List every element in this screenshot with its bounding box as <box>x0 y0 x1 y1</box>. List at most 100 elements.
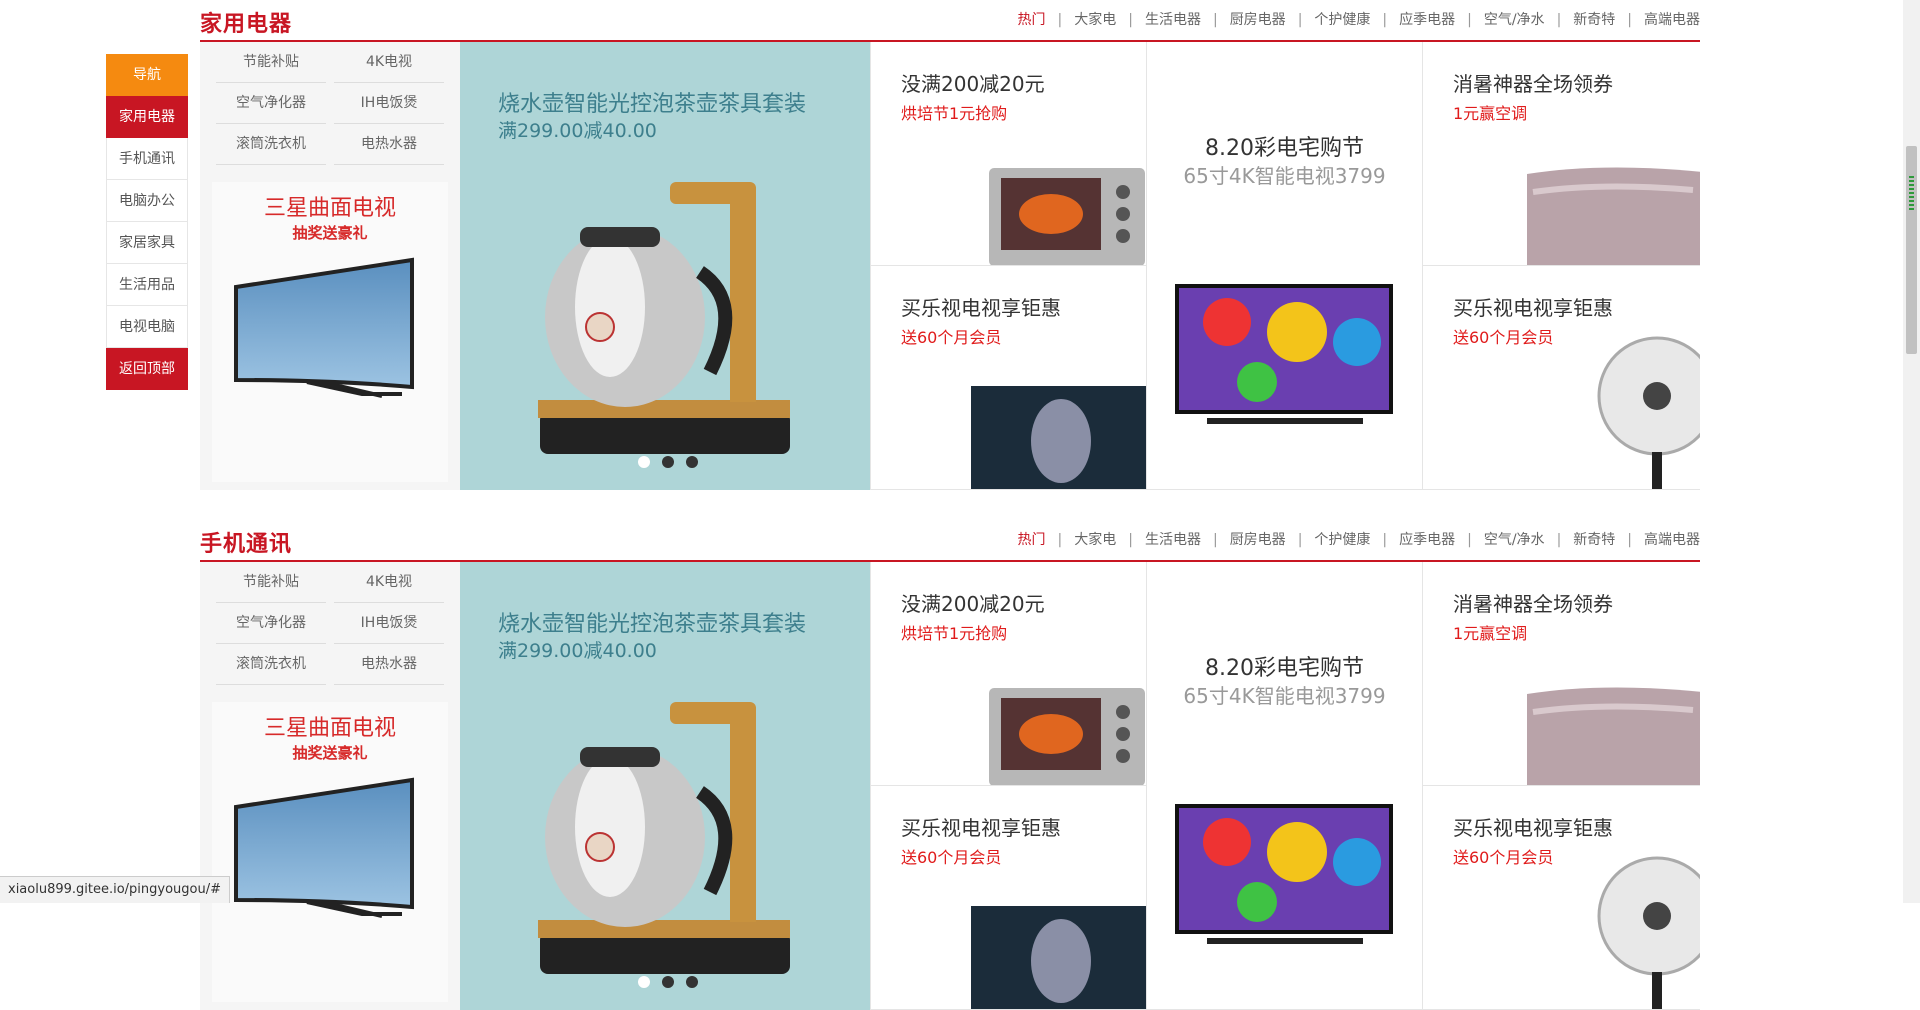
floor-tab[interactable]: 应季电器 <box>1399 529 1455 549</box>
back-to-top-button[interactable]: 返回顶部 <box>106 348 188 390</box>
floor-body: 节能补贴 4K电视 空气净化器 IH电饭煲 滚筒洗衣机 电热水器 三星曲面电视 抽奖送豪礼… <box>200 42 1700 490</box>
side-nav-item-daily[interactable]: 生活用品 <box>106 264 188 306</box>
floor-tab[interactable]: 空气/净水 <box>1484 9 1545 29</box>
floor-tabs: 热门 | 大家电 | 生活电器 | 厨房电器 | 个护健康 | 应季电器 | 空气/净水 | 新奇特 | 高端电… <box>1018 529 1700 549</box>
tab-separator: | <box>1212 532 1218 548</box>
tab-separator: | <box>1382 12 1388 28</box>
tab-separator: | <box>1057 12 1063 28</box>
curved-tv-promo[interactable]: 三星曲面电视 抽奖送豪礼 <box>212 182 448 482</box>
floor-left-column: 节能补贴 4K电视 空气净化器 IH电饭煲 滚筒洗衣机 电热水器 三星曲面电视 抽奖送豪礼 <box>200 562 460 1010</box>
promo-letv-2[interactable]: 买乐视电视享钜惠 送60个月会员 <box>1422 266 1700 490</box>
category-link[interactable]: 节能补贴 <box>216 562 326 603</box>
tab-separator: | <box>1057 532 1063 548</box>
tab-separator: | <box>1627 12 1632 28</box>
floor-section: 手机通讯 热门 | 大家电 | 生活电器 | 厨房电器 | 个护健康 | 应季电器 | 空气/净水 | 新奇… <box>200 520 1700 1010</box>
curved-tv-image <box>234 257 414 398</box>
category-link[interactable]: 4K电视 <box>334 42 444 83</box>
floor-tabs: 热门 | 大家电 | 生活电器 | 厨房电器 | 个护健康 | 应季电器 | 空气/净水 | 新奇特 | 高端电… <box>1018 9 1700 29</box>
floor-tab[interactable]: 厨房电器 <box>1230 9 1286 29</box>
category-link[interactable]: IH电饭煲 <box>334 603 444 644</box>
floor-tab[interactable]: 热门 <box>1018 529 1046 549</box>
floor-body: 节能补贴 4K电视 空气净化器 IH电饭煲 滚筒洗衣机 电热水器 三星曲面电视 抽奖送豪礼… <box>200 562 1700 1010</box>
tab-separator: | <box>1128 532 1133 548</box>
side-nav-header: 导航 <box>106 54 188 96</box>
category-link[interactable]: 电热水器 <box>334 644 444 685</box>
promo-oven[interactable]: 没满200减20元 烘培节1元抢购 <box>870 42 1146 266</box>
page-scrollbar[interactable] <box>1903 0 1920 903</box>
carousel-dots <box>638 453 710 472</box>
side-nav-item-furniture[interactable]: 家居家具 <box>106 222 188 264</box>
carousel-dot[interactable] <box>638 456 650 468</box>
floor-tab[interactable]: 高端电器 <box>1644 529 1700 549</box>
carousel-dot[interactable] <box>638 976 650 988</box>
promo-tv-festival[interactable]: 8.20彩电宅购节 65寸4K智能电视3799 <box>1146 42 1422 490</box>
promo-letv-2[interactable]: 买乐视电视享钜惠 送60个月会员 <box>1422 786 1700 1010</box>
curved-tv-image <box>234 777 414 918</box>
tab-separator: | <box>1467 532 1472 548</box>
carousel-dot[interactable] <box>686 976 698 988</box>
tab-separator: | <box>1556 12 1562 28</box>
kettle-image <box>538 702 790 974</box>
promo-aircon[interactable]: 消暑神器全场领券 1元赢空调 <box>1422 42 1700 266</box>
scrollbar-grip-icon <box>1909 176 1914 212</box>
promo-letv-1[interactable]: 买乐视电视享钜惠 送60个月会员 <box>870 786 1146 1010</box>
floor-tab[interactable]: 厨房电器 <box>1230 529 1286 549</box>
category-links: 节能补贴 4K电视 空气净化器 IH电饭煲 滚筒洗衣机 电热水器 <box>212 42 448 165</box>
side-nav-item-computers[interactable]: 电脑办公 <box>106 180 188 222</box>
category-links: 节能补贴 4K电视 空气净化器 IH电饭煲 滚筒洗衣机 电热水器 <box>212 562 448 685</box>
floor-tab[interactable]: 新奇特 <box>1573 9 1615 29</box>
floor-tab[interactable]: 热门 <box>1018 9 1046 29</box>
color-tv-image <box>1175 804 1393 944</box>
status-bar-url: xiaolu899.gitee.io/pingyougou/# <box>0 876 231 903</box>
carousel-dot[interactable] <box>662 976 674 988</box>
side-nav-item-appliances[interactable]: 家用电器 <box>106 96 188 138</box>
promo-letv-1[interactable]: 买乐视电视享钜惠 送60个月会员 <box>870 266 1146 490</box>
floor-tab[interactable]: 新奇特 <box>1573 529 1615 549</box>
oven-image <box>989 168 1145 265</box>
tab-separator: | <box>1297 12 1303 28</box>
tab-separator: | <box>1128 12 1133 28</box>
floor-header: 家用电器 热门 | 大家电 | 生活电器 | 厨房电器 | 个护健康 | 应季电器 | 空气/净水 | 新奇… <box>200 0 1700 42</box>
category-link[interactable]: 滚筒洗衣机 <box>216 124 326 165</box>
fan-image <box>1597 856 1700 1009</box>
promo-aircon[interactable]: 消暑神器全场领券 1元赢空调 <box>1422 562 1700 786</box>
floor-tab[interactable]: 生活电器 <box>1145 9 1201 29</box>
kettle-banner[interactable]: 烧水壶智能光控泡茶壶茶具套装 满299.00减40.00 <box>460 42 870 490</box>
tab-separator: | <box>1467 12 1472 28</box>
promo-tv-festival[interactable]: 8.20彩电宅购节 65寸4K智能电视3799 <box>1146 562 1422 1010</box>
category-link[interactable]: 4K电视 <box>334 562 444 603</box>
floor-tab[interactable]: 空气/净水 <box>1484 529 1545 549</box>
curved-tv-promo[interactable]: 三星曲面电视 抽奖送豪礼 <box>212 702 448 1002</box>
floor-tab[interactable]: 应季电器 <box>1399 9 1455 29</box>
kettle-banner[interactable]: 烧水壶智能光控泡茶壶茶具套装 满299.00减40.00 <box>460 562 870 1010</box>
tab-separator: | <box>1382 532 1388 548</box>
carousel-dots <box>638 973 710 992</box>
tab-separator: | <box>1297 532 1303 548</box>
category-link[interactable]: 空气净化器 <box>216 603 326 644</box>
kettle-image <box>538 182 790 454</box>
category-link[interactable]: 节能补贴 <box>216 42 326 83</box>
promo-oven[interactable]: 没满200减20元 烘培节1元抢购 <box>870 562 1146 786</box>
oven-image <box>989 688 1145 785</box>
floor-title: 家用电器 <box>200 12 293 37</box>
floor-tab[interactable]: 个护健康 <box>1314 9 1370 29</box>
color-tv-image <box>1175 284 1393 424</box>
category-link[interactable]: 空气净化器 <box>216 83 326 124</box>
floor-tab[interactable]: 大家电 <box>1074 9 1116 29</box>
tab-separator: | <box>1556 532 1562 548</box>
floor-tab[interactable]: 高端电器 <box>1644 9 1700 29</box>
floor-tab[interactable]: 个护健康 <box>1314 529 1370 549</box>
floor-left-column: 节能补贴 4K电视 空气净化器 IH电饭煲 滚筒洗衣机 电热水器 三星曲面电视 抽奖送豪礼 <box>200 42 460 490</box>
carousel-dot[interactable] <box>686 456 698 468</box>
floor-tab[interactable]: 大家电 <box>1074 529 1116 549</box>
floor-tab[interactable]: 生活电器 <box>1145 529 1201 549</box>
category-link[interactable]: 电热水器 <box>334 124 444 165</box>
category-link[interactable]: IH电饭煲 <box>334 83 444 124</box>
side-nav-item-tv-pc[interactable]: 电视电脑 <box>106 306 188 348</box>
carousel-dot[interactable] <box>662 456 674 468</box>
side-nav: 导航 家用电器 手机通讯 电脑办公 家居家具 生活用品 电视电脑 返回顶部 <box>106 54 188 390</box>
category-link[interactable]: 滚筒洗衣机 <box>216 644 326 685</box>
floor-section: 家用电器 热门 | 大家电 | 生活电器 | 厨房电器 | 个护健康 | 应季电器 | 空气/净水 | 新奇… <box>200 0 1700 490</box>
side-nav-item-phones[interactable]: 手机通讯 <box>106 138 188 180</box>
fan-image <box>1597 336 1700 489</box>
